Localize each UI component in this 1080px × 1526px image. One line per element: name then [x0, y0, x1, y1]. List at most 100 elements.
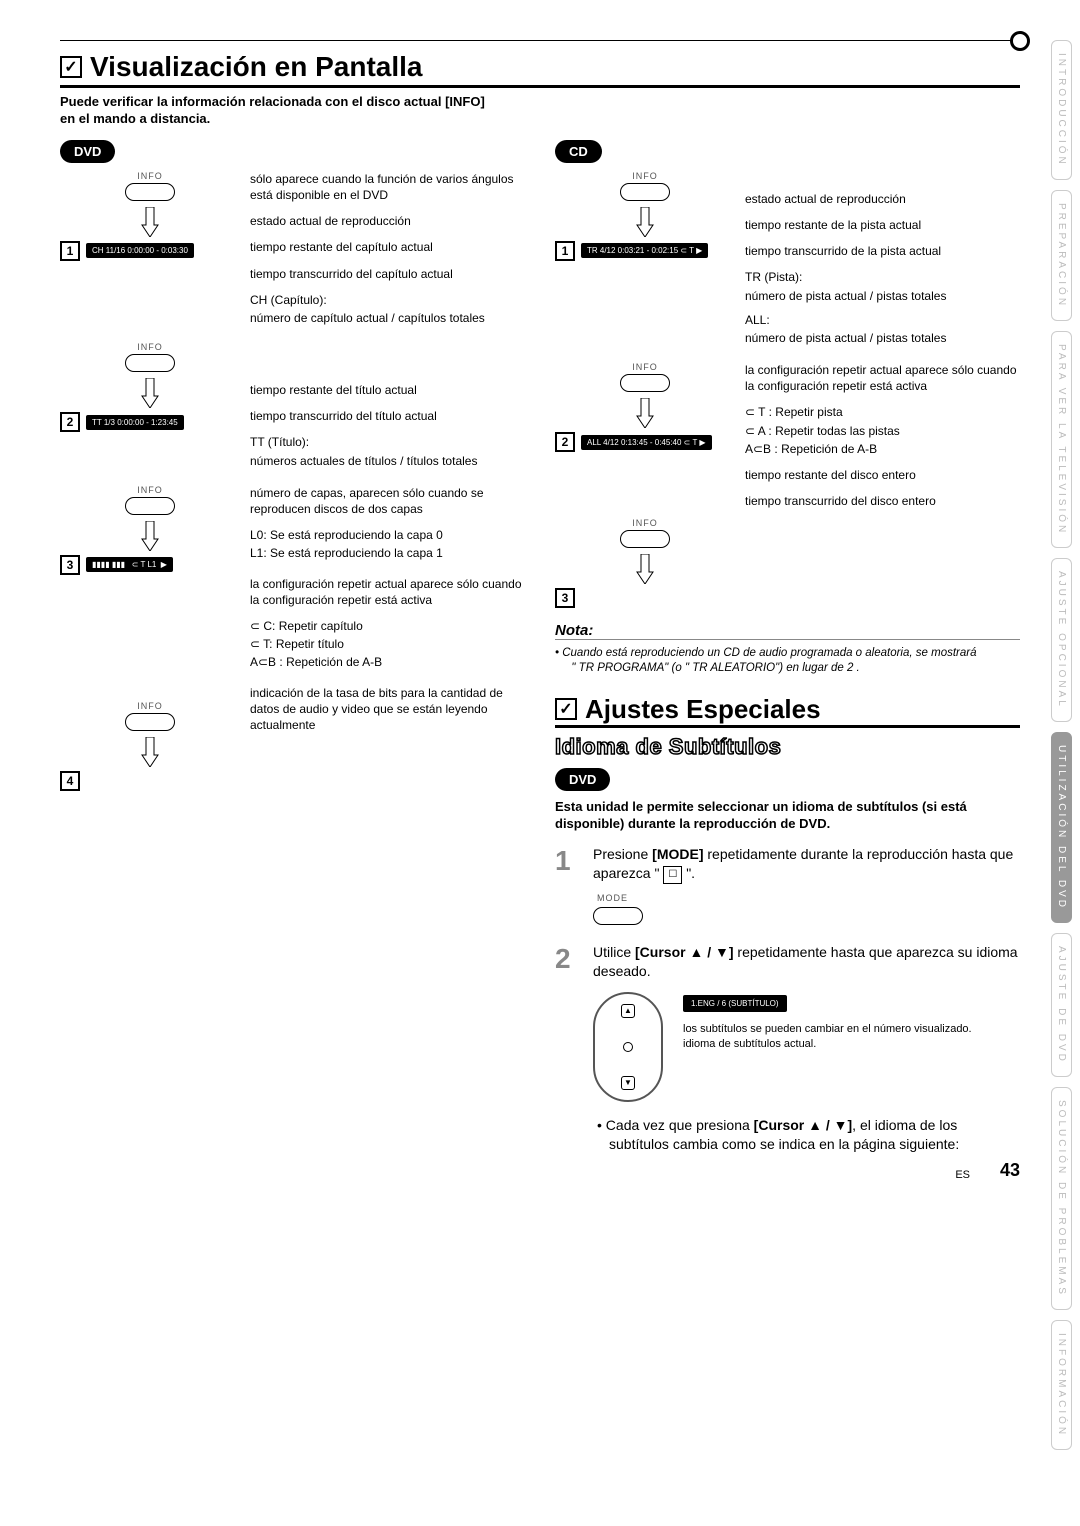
dvd-t-rem: tiempo restante del título actual	[250, 382, 525, 398]
page-title: ✓ Visualización en Pantalla	[60, 51, 1020, 88]
dvd-repeat-head: la configuración repetir actual aparece …	[250, 576, 525, 608]
cd-estado: estado actual de reproducción	[745, 191, 1020, 207]
info-label: INFO	[137, 485, 163, 495]
arrow-down-icon	[140, 207, 160, 237]
tab-solucion-problemas[interactable]: SOLUCIÓN DE PROBLEMAS	[1051, 1087, 1072, 1310]
cursor-up-icon: ▲	[621, 1004, 635, 1018]
info-button-icon	[125, 497, 175, 515]
tab-ajuste-dvd[interactable]: AJUSTE DE DVD	[1051, 933, 1072, 1077]
title-text: Visualización en Pantalla	[90, 51, 423, 83]
mode-button-icon	[593, 907, 643, 925]
cd-display-2: ALL 4/12 0:13:45 - 0:45:40 ⊂ T ▶	[581, 435, 712, 450]
remote-icon: ▲ ▼	[593, 992, 663, 1102]
info-button-icon	[125, 183, 175, 201]
dvd-tt-body: números actuales de títulos / títulos to…	[250, 453, 525, 469]
lang-code: ES	[955, 1169, 970, 1181]
dvd-pill: DVD	[60, 140, 115, 163]
dvd-layers: número de capas, aparecen sólo cuando se…	[250, 485, 525, 517]
note-body: • Cuando está reproduciendo un CD de aud…	[555, 646, 1020, 676]
display-bar-1: CH 11/16 0:00:00 - 0:03:30	[86, 243, 194, 258]
step-box-4: 4	[60, 771, 80, 791]
dvd-estado: estado actual de reproducción	[250, 213, 525, 229]
dvd-l1: L1: Se está reproduciendo la capa 1	[250, 545, 525, 561]
step2-bullet: • Cada vez que presiona [Cursor ▲ / ▼], …	[593, 1116, 1020, 1155]
cd-display-1: TR 4/12 0:03:21 - 0:02:15 ⊂ T ▶	[581, 243, 708, 258]
display-bar-3: ▮▮▮▮ ▮▮▮ ⊂ T L1 ▶	[86, 557, 173, 572]
step1-text: Presione [MODE] repetidamente durante la…	[593, 846, 1013, 882]
cd-trem: tiempo restante de la pista actual	[745, 217, 1020, 233]
mode-label: MODE	[597, 892, 1020, 905]
step-box-2: 2	[60, 412, 80, 432]
sublabel-1: los subtítulos se pueden cambiar en el n…	[683, 1022, 972, 1037]
dvd-t-elap: tiempo transcurrido del título actual	[250, 408, 525, 424]
arrow-down-icon	[635, 207, 655, 237]
note-heading: Nota:	[555, 622, 1020, 640]
info-button-icon	[620, 530, 670, 548]
arrow-down-icon	[140, 521, 160, 551]
cd-rt: ⊂ T : Repetir pista	[745, 404, 1020, 420]
cursor-down-icon: ▼	[621, 1076, 635, 1090]
arrow-down-icon	[140, 378, 160, 408]
info-button-icon	[125, 713, 175, 731]
ajustes-title: ✓ Ajustes Especiales	[555, 694, 1020, 728]
checkbox-icon: ✓	[555, 698, 577, 720]
subtitle-heading: Idioma de Subtítulos	[555, 734, 1020, 760]
dvd-angle-note: sólo aparece cuando la función de varios…	[250, 171, 525, 203]
arrow-down-icon	[140, 737, 160, 767]
info-label: INFO	[137, 171, 163, 181]
checkbox-icon: ✓	[60, 56, 82, 78]
info-button-icon	[125, 354, 175, 372]
remote-ring-icon	[623, 1042, 633, 1052]
intro-text: Puede verificar la información relaciona…	[60, 94, 500, 128]
step-box-1: 1	[555, 241, 575, 261]
subtitle-display: 1.ENG / 6 (SUBTÍTULO)	[683, 995, 787, 1012]
info-label: INFO	[632, 362, 658, 372]
info-label: INFO	[632, 518, 658, 528]
cd-pill: CD	[555, 140, 602, 163]
dvd-tt-head: TT (Título):	[250, 434, 525, 450]
step-number-1: 1	[555, 845, 583, 927]
cd-all-head: ALL:	[745, 312, 1020, 328]
tab-ajuste-opcional[interactable]: AJUSTE OPCIONAL	[1051, 558, 1072, 722]
subtitle-icon: ☐	[663, 866, 682, 884]
sublabel-2: idioma de subtítulos actual.	[683, 1037, 972, 1052]
display-bar-2: TT 1/3 0:00:00 - 1:23:45	[86, 415, 184, 430]
tab-preparacion[interactable]: PREPARACIÓN	[1051, 190, 1072, 321]
ajustes-body: Esta unidad le permite seleccionar un id…	[555, 799, 1020, 833]
tab-introduccion[interactable]: INTRODUCCIÓN	[1051, 40, 1072, 180]
arrow-down-icon	[635, 398, 655, 428]
info-label: INFO	[632, 171, 658, 181]
dvd-l0: L0: Se está reproduciendo la capa 0	[250, 527, 525, 543]
cd-ra: ⊂ A : Repetir todas las pistas	[745, 423, 1020, 439]
dvd-ch-body: número de capítulo actual / capítulos to…	[250, 310, 525, 326]
dvd-rt: ⊂ T: Repetir título	[250, 636, 525, 652]
dvd-ch-head: CH (Capítulo):	[250, 292, 525, 308]
info-button-icon	[620, 183, 670, 201]
cd-all-body: número de pista actual / pistas totales	[745, 330, 1020, 346]
step-box-2: 2	[555, 432, 575, 452]
info-label: INFO	[137, 342, 163, 352]
tab-para-ver-tv[interactable]: PARA VER LA TELEVISIÓN	[1051, 331, 1072, 548]
arrow-down-icon	[635, 554, 655, 584]
page-number: 43	[1000, 1160, 1020, 1181]
section-tabs: INTRODUCCIÓN PREPARACIÓN PARA VER LA TEL…	[1051, 40, 1072, 1450]
dvd-trem: tiempo restante del capítulo actual	[250, 239, 525, 255]
step-box-1: 1	[60, 241, 80, 261]
dvd-bitrate: indicación de la tasa de bits para la ca…	[250, 685, 525, 734]
cd-d-elap: tiempo transcurrido del disco entero	[745, 493, 1020, 509]
info-label: INFO	[137, 701, 163, 711]
dvd-rc: ⊂ C: Repetir capítulo	[250, 618, 525, 634]
step-box-3: 3	[555, 588, 575, 608]
top-rule	[60, 40, 1020, 41]
tab-informacion[interactable]: INFORMACIÓN	[1051, 1320, 1072, 1450]
cd-telap: tiempo transcurrido de la pista actual	[745, 243, 1020, 259]
cd-tr-body: número de pista actual / pistas totales	[745, 288, 1020, 304]
step-box-3: 3	[60, 555, 80, 575]
tab-utilizacion-dvd[interactable]: UTILIZACIÓN DEL DVD	[1051, 732, 1072, 923]
step-number-2: 2	[555, 943, 583, 1155]
cd-tr-head: TR (Pista):	[745, 269, 1020, 285]
dvd-telap: tiempo transcurrido del capítulo actual	[250, 266, 525, 282]
cd-repeat-head: la configuración repetir actual aparece …	[745, 362, 1020, 394]
corner-circle-icon	[1010, 31, 1030, 51]
info-button-icon	[620, 374, 670, 392]
